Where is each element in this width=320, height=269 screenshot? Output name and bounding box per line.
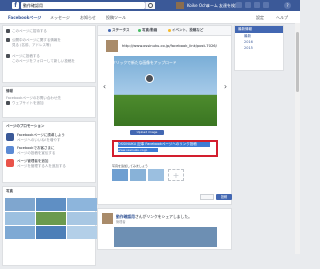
photo-grid [3,196,97,241]
promotion-title: ページのプロモーション [6,124,45,128]
chevron-left-icon[interactable]: ‹ [101,82,108,92]
timeline-item[interactable]: 2015 [235,45,283,51]
info-card: 情報 Facebookページのお問い合わせ先 ウェブサイトを追加 [2,86,96,118]
photos-card: 写真 [2,186,97,266]
tab-notifications[interactable]: お知らせ [80,15,96,21]
right-column: 最新情報 最新 2016 2015 [234,25,284,74]
globe-icon [6,101,10,105]
link-domain-field[interactable]: www.ossinuku.co.jp [118,148,158,152]
page-avatar [106,40,118,52]
like-page-icon [6,133,14,141]
search-input[interactable]: 動作確認用 [21,2,145,9]
promo-title: Facebookページに誘導しよう [17,133,65,137]
composer-card: ステータス 写真/動画 イベント、投稿など http://www.ossinuk… [97,25,232,205]
photo-thumbnail[interactable] [5,198,35,211]
info-icon [6,38,10,42]
promo-title: Facebookでお客さまに [17,146,55,150]
tab-settings[interactable]: 設定 [256,15,264,21]
scrollbar-thumb[interactable] [296,32,299,92]
photo-thumbnail[interactable] [67,198,97,211]
tab-status[interactable]: ステータス [108,28,130,33]
timeline-nav: 最新情報 最新 2016 2015 [234,25,284,71]
avatar[interactable] [176,2,184,9]
chevron-right-icon[interactable]: › [222,82,229,92]
notification-icons [236,2,276,9]
messages-icon[interactable] [245,2,251,8]
boost-post-icon [6,146,14,154]
author-avatar[interactable] [102,213,113,224]
photo-thumbnail[interactable] [5,226,35,239]
upload-image-button[interactable]: Upload image [130,130,164,135]
page-admin-nav: Facebookページ メッセージ お知らせ 投稿ツール 設定 ヘルプ [0,11,300,24]
info-section-title: 情報 [6,89,13,93]
home-link[interactable]: ホーム [206,3,218,9]
photo-thumbnail[interactable] [36,226,66,239]
add-website-link[interactable]: ウェブサイトを追加 [3,101,95,106]
photos-title: 写真 [6,189,13,193]
photo-thumbnail[interactable] [36,198,66,211]
thumbnail-option[interactable] [148,169,164,181]
photo-thumbnail[interactable] [67,212,97,225]
facebook-logo-icon[interactable]: f [12,2,19,9]
notifications-icon[interactable] [254,2,260,8]
photo-thumbnail[interactable] [67,226,97,239]
schedule-dropdown[interactable] [200,194,214,200]
promo-subtitle: ページの投稿を宣伝する [17,150,56,155]
promotion-card: ページのプロモーション Facebookページに誘導しよう ページへのいいね!を増… [2,121,96,183]
help-icon[interactable]: ? [284,2,291,9]
add-thumbnail-button[interactable]: + [168,169,184,181]
post-action: さんがリンクをシェアしました。 [134,214,192,219]
tab-publishing-tools[interactable]: 投稿ツール [106,15,126,21]
post-meta: 管理者 [116,220,126,224]
calendar-icon [168,28,171,32]
page-actions-card: このページに招待する 公開中のページに関する情報を 見る (名前、アドレス等) … [2,25,96,83]
pencil-icon [6,54,10,58]
invite-icon [6,29,10,33]
recent-button[interactable]: 最新情報 [235,26,283,33]
tab-photo-video[interactable]: 写真/動画 [138,28,157,33]
link-title-field[interactable]: OSSINUKU 記事 Facebookページへのリンク投稿 [118,142,210,147]
follow-note: このページをフォローして新しい投稿を [12,59,75,63]
thumbnail-row: 写真を追加してみましょう + [112,164,184,181]
post-image[interactable] [114,227,217,247]
tab-event-more[interactable]: イベント、投稿など [168,28,203,33]
search-button[interactable] [145,2,155,9]
upload-overlay-text: クリックで新たな画像をアップロード [112,60,177,65]
thumbnail-label: 写真を追加してみましょう [112,164,148,168]
thumbnail-option[interactable] [112,169,128,181]
tab-messages[interactable]: メッセージ [50,15,70,21]
promo-item[interactable]: ページ管理者を追加 ページを管理する人を追加する [3,157,95,170]
promo-subtitle: ページを管理する人を追加する [17,163,66,168]
upload-icon[interactable] [145,74,154,83]
add-admin-icon [6,159,14,167]
link-preview-image[interactable] [114,56,217,126]
photo-thumbnail[interactable] [36,212,66,225]
tab-help[interactable]: ヘルプ [276,15,288,21]
promo-item[interactable]: Facebookページに誘導しよう ページへのいいね!を増やす [3,131,95,144]
feed-post: 動作確認用さんがリンクをシェアしました。 管理者 [97,208,232,250]
promo-subtitle: ページへのいいね!を増やす [17,137,61,142]
main-column: ステータス 写真/動画 イベント、投稿など http://www.ossinuk… [97,25,232,253]
left-column: このページに招待する 公開中のページに関する情報を 見る (名前、アドレス等) … [2,25,97,269]
privacy-icon[interactable] [263,2,269,8]
friend-requests-icon[interactable] [236,2,242,8]
tab-page[interactable]: Facebookページ [8,15,41,21]
composer-tabs: ステータス 写真/動画 イベント、投稿など [98,26,231,36]
photo-thumbnail[interactable] [5,212,35,225]
global-header: f 動作確認用 Koike Ochu ホーム 友達を検索 ? [0,0,300,11]
search-input-value: 動作確認用 [23,3,43,8]
search-icon [148,3,153,8]
composer-text-input[interactable]: http://www.ossinuku.co.jp/facebook_link/… [122,44,217,48]
camera-icon [138,28,141,32]
thumbnail-option[interactable] [130,169,146,181]
scrollbar[interactable] [295,23,300,254]
pencil-icon [108,28,111,32]
post-header: 動作確認用さんがリンクをシェアしました。 [116,214,192,220]
promo-item[interactable]: Facebookでお客さまに ページの投稿を宣伝する [3,144,95,157]
post-button[interactable]: 投稿 [216,194,232,200]
